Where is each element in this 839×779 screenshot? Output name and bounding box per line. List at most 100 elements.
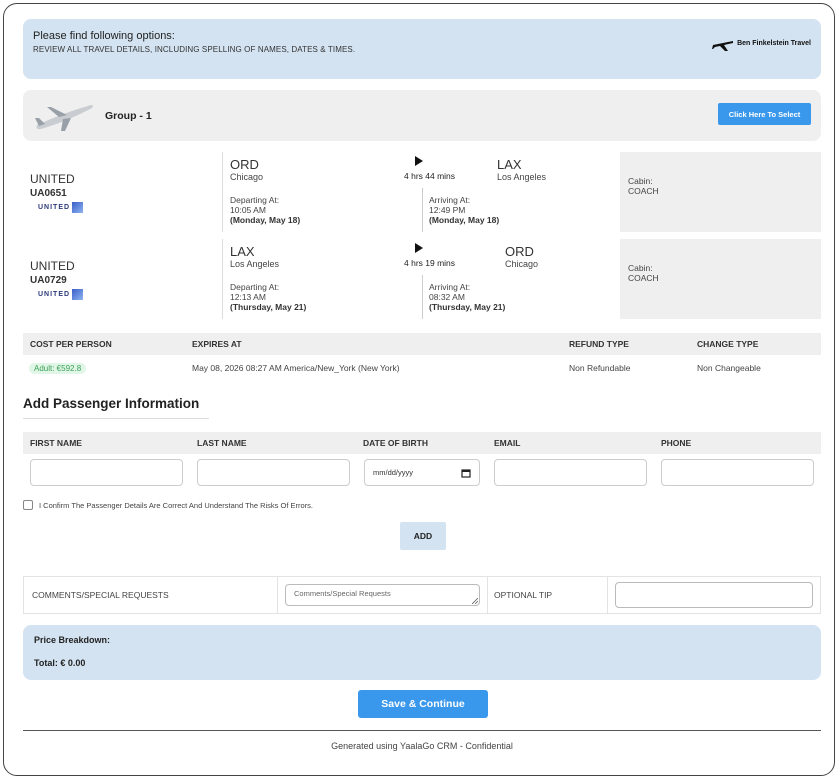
flight-segment: UNITED UA0729 UNITED LAX Los Angeles 4 h… — [23, 239, 821, 319]
origin-city: Los Angeles — [230, 259, 280, 269]
airline-info: UNITED UA0651 UNITED — [30, 172, 220, 213]
divider — [222, 152, 223, 232]
origin-city: Chicago — [230, 172, 264, 182]
flight-duration: 4 hrs 44 mins — [404, 171, 456, 181]
tip-input[interactable] — [615, 582, 813, 608]
footer-text: Generated using YaalaGo CRM - Confidenti… — [331, 741, 513, 751]
header-title: Please find following options: — [33, 30, 175, 42]
airline-logo-text: UNITED — [38, 204, 71, 211]
group-bar: Group - 1 Click Here To Select — [23, 90, 821, 141]
departure-info: Departing At: 10:05 AM (Monday, May 18) — [230, 195, 300, 225]
arrive-date: (Monday, May 18) — [429, 215, 500, 225]
first-name-input[interactable] — [30, 459, 183, 486]
dob-input[interactable]: mm/dd/yyyy — [364, 459, 480, 486]
header-first-name: FIRST NAME — [30, 438, 82, 448]
header-phone: PHONE — [661, 438, 692, 448]
arrive-label: Arriving At: — [429, 195, 471, 205]
comments-cell: Comments/Special Requests — [278, 577, 488, 613]
flight-segment: UNITED UA0651 UNITED ORD Chicago 4 hrs 4… — [23, 152, 821, 232]
dest-code: LAX — [497, 157, 522, 172]
refund-value: Non Refundable — [569, 363, 631, 373]
tip-label: OPTIONAL TIP — [488, 577, 608, 613]
cabin-class: COACH — [628, 273, 659, 283]
cabin-info: Cabin: COACH — [620, 239, 821, 319]
origin: ORD Chicago — [230, 157, 263, 182]
expires-value: May 08, 2026 08:27 AM America/New_York (… — [192, 363, 400, 373]
resize-handle-icon[interactable] — [472, 598, 478, 604]
header-email: EMAIL — [494, 438, 521, 448]
arrive-time: 08:32 AM — [429, 292, 465, 302]
cabin-label: Cabin: — [628, 263, 653, 273]
confirm-row: I Confirm The Passenger Details Are Corr… — [23, 500, 821, 510]
origin: LAX Los Angeles — [230, 244, 279, 269]
header-banner: Please find following options: REVIEW AL… — [23, 19, 821, 79]
logo-text: Ben Finkelstein Travel — [737, 40, 811, 47]
flight-duration: 4 hrs 19 mins — [404, 258, 456, 268]
cost-table-header: COST PER PERSON EXPIRES AT REFUND TYPE C… — [23, 333, 821, 355]
airplane-image-icon — [35, 104, 93, 131]
header-change-type: CHANGE TYPE — [697, 339, 759, 349]
tip-cell — [608, 577, 820, 613]
header-cost-per-person: COST PER PERSON — [30, 339, 112, 349]
dob-placeholder: mm/dd/yyyy — [373, 468, 414, 477]
origin-code: LAX — [230, 244, 255, 259]
email-input[interactable] — [494, 459, 647, 486]
price-breakdown-title: Price Breakdown: — [34, 635, 111, 645]
last-name-input[interactable] — [197, 459, 350, 486]
dest-city: Los Angeles — [497, 172, 547, 182]
arrive-label: Arriving At: — [429, 282, 471, 292]
save-continue-button[interactable]: Save & Continue — [358, 690, 488, 718]
dest-code: ORD — [505, 244, 534, 259]
airline-logo: UNITED — [38, 289, 220, 300]
arrive-date: (Thursday, May 21) — [429, 302, 506, 312]
flight-number: UA0651 — [30, 188, 67, 199]
passenger-section-title: Add Passenger Information — [23, 396, 209, 419]
globe-icon — [72, 289, 84, 300]
play-arrow-icon — [415, 243, 423, 253]
confirm-checkbox[interactable] — [23, 500, 33, 510]
adult-price-badge: Adult: €592.8 — [29, 362, 87, 374]
airline-name: UNITED — [30, 259, 75, 273]
depart-time: 10:05 AM — [230, 205, 266, 215]
depart-date: (Thursday, May 21) — [230, 302, 307, 312]
plane-logo-icon — [712, 41, 734, 51]
comments-textarea[interactable]: Comments/Special Requests — [285, 584, 480, 606]
depart-label: Departing At: — [230, 195, 280, 205]
globe-icon — [72, 202, 84, 213]
total-value: € 0.00 — [60, 658, 86, 668]
comments-row: COMMENTS/SPECIAL REQUESTS Comments/Speci… — [23, 576, 821, 614]
header-subtitle: REVIEW ALL TRAVEL DETAILS, INCLUDING SPE… — [33, 45, 356, 54]
change-value: Non Changeable — [697, 363, 761, 373]
price-total: Total: € 0.00 — [34, 658, 810, 668]
phone-input[interactable] — [661, 459, 814, 486]
select-option-button[interactable]: Click Here To Select — [718, 103, 811, 125]
airline-name: UNITED — [30, 172, 75, 186]
depart-label: Departing At: — [230, 282, 280, 292]
price-breakdown: Price Breakdown: Total: € 0.00 — [23, 625, 821, 680]
comments-label: COMMENTS/SPECIAL REQUESTS — [24, 577, 278, 613]
header-refund-type: REFUND TYPE — [569, 339, 629, 349]
departure-info: Departing At: 12:13 AM (Thursday, May 21… — [230, 282, 306, 312]
passenger-table-header: FIRST NAME LAST NAME DATE OF BIRTH EMAIL… — [23, 432, 821, 454]
divider — [422, 275, 423, 319]
page-frame: Please find following options: REVIEW AL… — [3, 3, 835, 776]
cabin-info: Cabin: COACH — [620, 152, 821, 232]
arrival-info: Arriving At: 08:32 AM (Thursday, May 21) — [429, 282, 505, 312]
header-last-name: LAST NAME — [197, 438, 247, 448]
comments-placeholder: Comments/Special Requests — [294, 589, 391, 598]
play-arrow-icon — [415, 156, 423, 166]
calendar-icon[interactable] — [461, 468, 471, 478]
divider — [222, 239, 223, 319]
add-passenger-button[interactable]: ADD — [400, 522, 446, 550]
confirm-text: I Confirm The Passenger Details Are Corr… — [39, 500, 313, 510]
cabin-label: Cabin: — [628, 176, 653, 186]
total-label: Total: — [34, 658, 58, 668]
arrive-time: 12:49 PM — [429, 205, 466, 215]
destination: LAX Los Angeles — [497, 157, 546, 182]
airline-info: UNITED UA0729 UNITED — [30, 259, 220, 300]
cabin-class: COACH — [628, 186, 659, 196]
agency-logo: Ben Finkelstein Travel — [712, 36, 811, 52]
cost-table-row: Adult: €592.8 May 08, 2026 08:27 AM Amer… — [23, 358, 821, 378]
depart-date: (Monday, May 18) — [230, 215, 301, 225]
flight-number: UA0729 — [30, 275, 67, 286]
